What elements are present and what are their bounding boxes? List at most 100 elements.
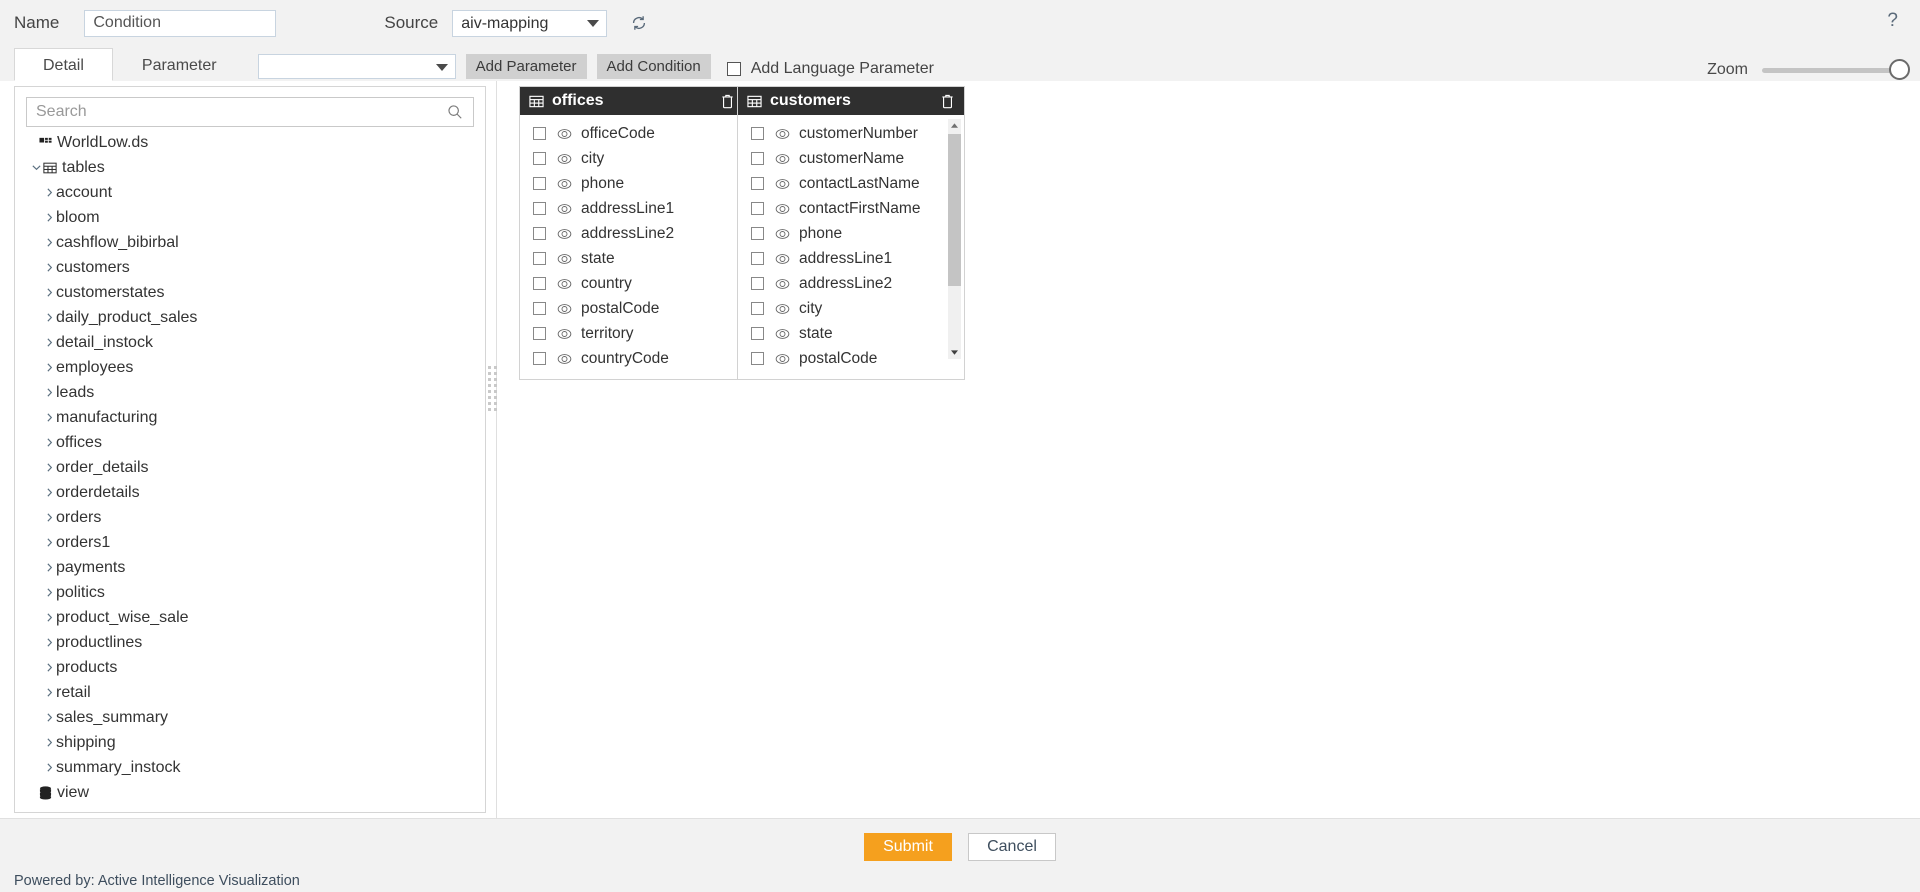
field-checkbox[interactable] [751, 277, 764, 290]
field-checkbox[interactable] [533, 202, 546, 215]
eye-icon[interactable] [775, 228, 790, 240]
field-checkbox[interactable] [533, 277, 546, 290]
zoom-slider-thumb[interactable] [1889, 58, 1910, 80]
tree-item-politics[interactable]: politics [15, 580, 485, 605]
zoom-slider[interactable] [1762, 58, 1910, 80]
chevron-right-icon[interactable] [42, 662, 56, 673]
refresh-icon[interactable] [627, 11, 651, 35]
field-checkbox[interactable] [533, 127, 546, 140]
tree-item-account[interactable]: account [15, 180, 485, 205]
eye-icon[interactable] [557, 128, 572, 140]
eye-icon[interactable] [775, 203, 790, 215]
field-row[interactable]: city [738, 296, 964, 321]
eye-icon[interactable] [557, 328, 572, 340]
field-checkbox[interactable] [533, 327, 546, 340]
chevron-right-icon[interactable] [42, 312, 56, 323]
field-row[interactable]: phone [520, 171, 744, 196]
trash-icon[interactable] [940, 93, 955, 109]
tree-item-daily-product-sales[interactable]: daily_product_sales [15, 305, 485, 330]
chevron-right-icon[interactable] [42, 687, 56, 698]
tree-item-cashflow-bibirbal[interactable]: cashflow_bibirbal [15, 230, 485, 255]
tree-item-view[interactable]: view [15, 780, 485, 805]
field-row[interactable]: territory [520, 321, 744, 346]
chevron-right-icon[interactable] [42, 612, 56, 623]
panel-resize-handle[interactable] [487, 356, 497, 421]
field-row[interactable]: addressLine2 [520, 221, 744, 246]
tree-item-product-wise-sale[interactable]: product_wise_sale [15, 605, 485, 630]
field-row[interactable]: addressLine1 [738, 246, 964, 271]
eye-icon[interactable] [557, 303, 572, 315]
eye-icon[interactable] [557, 278, 572, 290]
search-input[interactable] [27, 103, 447, 121]
tree-item-worldlow-ds[interactable]: WorldLow.ds [15, 130, 485, 155]
add-condition-button[interactable]: Add Condition [596, 54, 711, 79]
field-checkbox[interactable] [533, 352, 546, 365]
card-scrollbar[interactable] [948, 119, 961, 359]
chevron-right-icon[interactable] [42, 712, 56, 723]
field-row[interactable]: contactFirstName [738, 196, 964, 221]
field-checkbox[interactable] [533, 152, 546, 165]
trash-icon[interactable] [720, 93, 735, 109]
chevron-right-icon[interactable] [42, 562, 56, 573]
eye-icon[interactable] [557, 203, 572, 215]
field-checkbox[interactable] [751, 252, 764, 265]
chevron-right-icon[interactable] [42, 487, 56, 498]
chevron-right-icon[interactable] [42, 337, 56, 348]
chevron-right-icon[interactable] [42, 212, 56, 223]
eye-icon[interactable] [557, 353, 572, 365]
table-card-header[interactable]: customers [738, 87, 964, 115]
scroll-up-icon[interactable] [948, 119, 961, 132]
tree-item-retail[interactable]: retail [15, 680, 485, 705]
tree-item-orderdetails[interactable]: orderdetails [15, 480, 485, 505]
chevron-right-icon[interactable] [42, 362, 56, 373]
tree-item-payments[interactable]: payments [15, 555, 485, 580]
field-row[interactable]: addressLine2 [738, 271, 964, 296]
tree-item-products[interactable]: products [15, 655, 485, 680]
eye-icon[interactable] [775, 153, 790, 165]
source-select[interactable]: aiv-mapping [452, 9, 608, 37]
eye-icon[interactable] [775, 328, 790, 340]
field-row[interactable]: postalCode [520, 296, 744, 321]
tree-item-customerstates[interactable]: customerstates [15, 280, 485, 305]
chevron-right-icon[interactable] [42, 737, 56, 748]
tree-item-bloom[interactable]: bloom [15, 205, 485, 230]
chevron-right-icon[interactable] [42, 462, 56, 473]
search-box[interactable] [26, 97, 474, 127]
field-row[interactable]: phone [738, 221, 964, 246]
field-row[interactable]: country [520, 271, 744, 296]
add-language-parameter-checkbox[interactable] [726, 62, 741, 76]
chevron-right-icon[interactable] [42, 262, 56, 273]
field-checkbox[interactable] [751, 127, 764, 140]
field-checkbox[interactable] [533, 227, 546, 240]
field-row[interactable]: city [520, 146, 744, 171]
chevron-right-icon[interactable] [42, 437, 56, 448]
field-row[interactable]: customerName [738, 146, 964, 171]
tree-item-tables[interactable]: tables [15, 155, 485, 180]
eye-icon[interactable] [775, 303, 790, 315]
tree-item-manufacturing[interactable]: manufacturing [15, 405, 485, 430]
cancel-button[interactable]: Cancel [968, 832, 1056, 861]
table-card-header[interactable]: offices [520, 87, 744, 115]
help-icon[interactable]: ? [1887, 10, 1898, 32]
field-checkbox[interactable] [533, 177, 546, 190]
eye-icon[interactable] [775, 278, 790, 290]
add-parameter-button[interactable]: Add Parameter [465, 54, 587, 79]
chevron-right-icon[interactable] [42, 387, 56, 398]
eye-icon[interactable] [775, 253, 790, 265]
eye-icon[interactable] [775, 353, 790, 365]
field-row[interactable]: addressLine1 [520, 196, 744, 221]
name-input[interactable] [84, 9, 277, 37]
field-checkbox[interactable] [751, 227, 764, 240]
chevron-right-icon[interactable] [42, 237, 56, 248]
field-checkbox[interactable] [751, 202, 764, 215]
eye-icon[interactable] [557, 153, 572, 165]
field-row[interactable]: customerNumber [738, 121, 964, 146]
eye-icon[interactable] [557, 228, 572, 240]
chevron-right-icon[interactable] [42, 512, 56, 523]
field-row[interactable]: postalCode [738, 346, 964, 371]
submit-button[interactable]: Submit [864, 832, 952, 861]
field-row[interactable]: state [738, 321, 964, 346]
chevron-right-icon[interactable] [42, 287, 56, 298]
field-checkbox[interactable] [751, 177, 764, 190]
tree-item-shipping[interactable]: shipping [15, 730, 485, 755]
